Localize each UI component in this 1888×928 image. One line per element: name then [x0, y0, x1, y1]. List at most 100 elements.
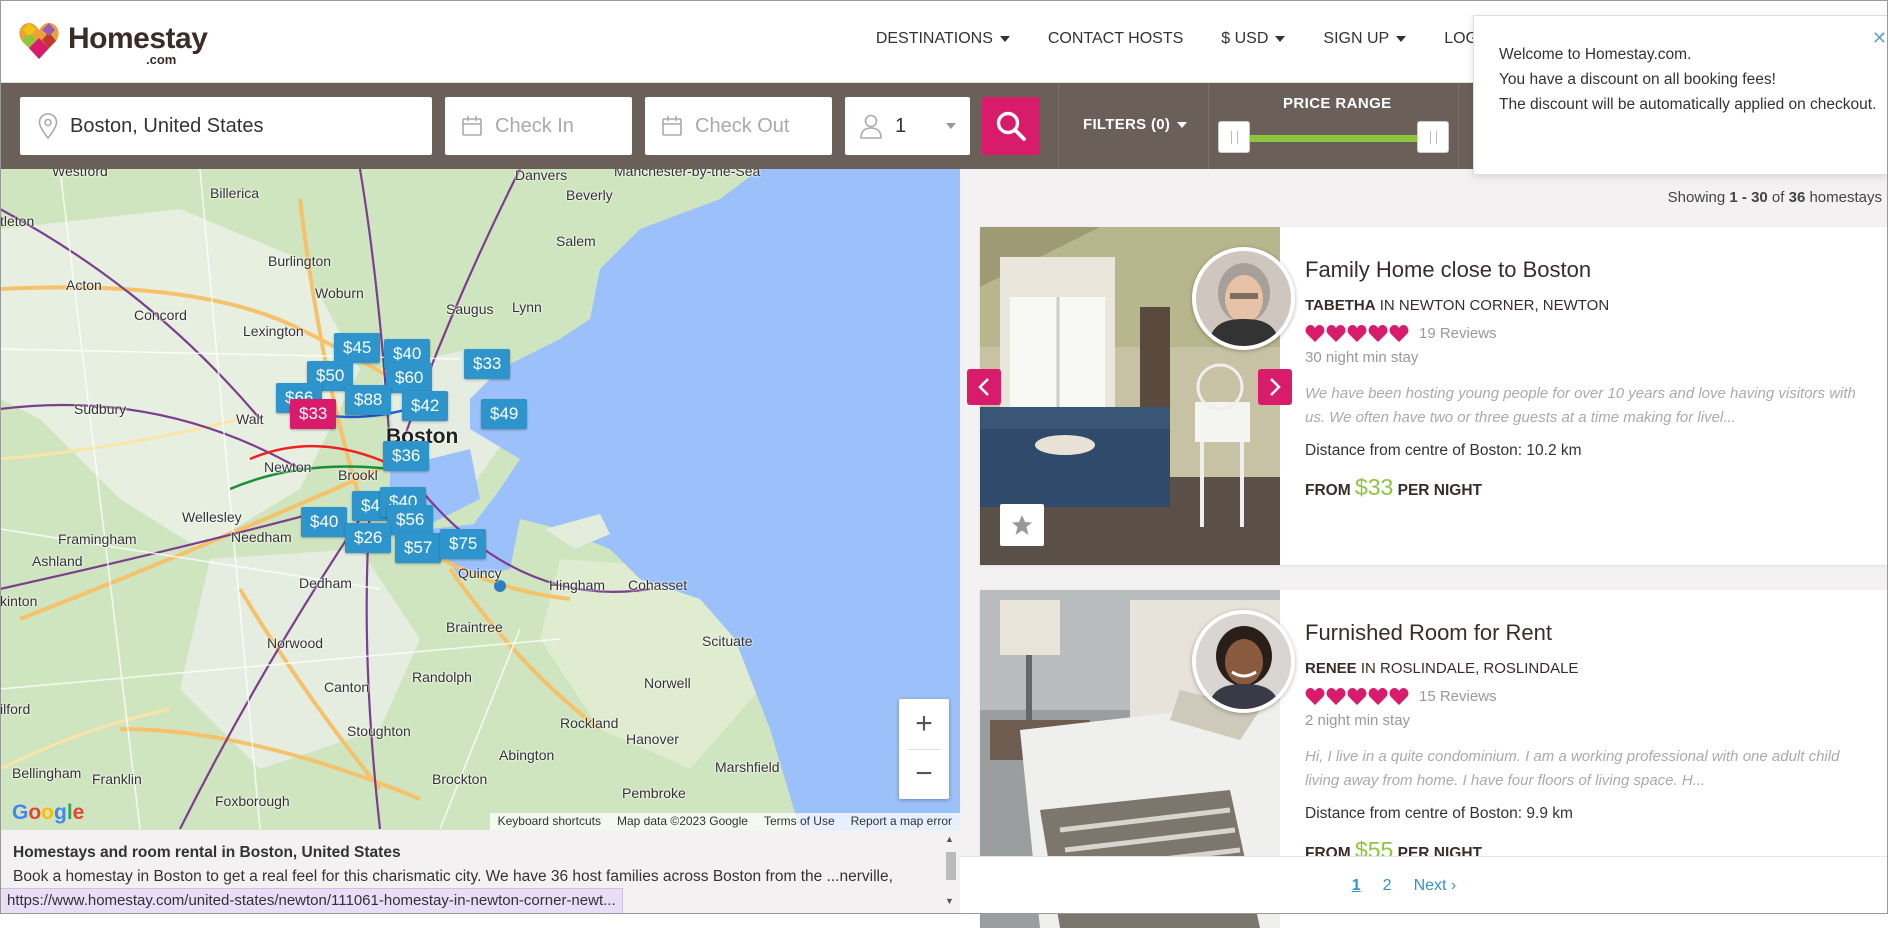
map-price-pin[interactable]: $42 — [402, 391, 449, 421]
guests-select[interactable]: 1 — [845, 97, 970, 155]
listing-rating: 19 Reviews — [1305, 324, 1865, 343]
map-price-pin[interactable]: $33 — [464, 349, 511, 379]
divider — [907, 749, 941, 750]
nav-contact-hosts[interactable]: CONTACT HOSTS — [1048, 30, 1183, 48]
heart-icon — [1389, 325, 1409, 342]
page-1-link[interactable]: 1 — [1352, 877, 1361, 895]
price-max-handle[interactable] — [1417, 121, 1449, 153]
nav-destinations[interactable]: DESTINATIONS — [876, 30, 1010, 48]
map-place-label: Lexington — [243, 323, 304, 339]
listing-rating: 15 Reviews — [1305, 687, 1865, 706]
host-photo-image — [1196, 614, 1291, 709]
nav-currency[interactable]: $ USD — [1221, 30, 1286, 48]
price-amount: $33 — [1354, 474, 1394, 500]
destination-input[interactable]: Boston, United States — [20, 97, 432, 155]
zoom-out-button[interactable]: − — [899, 749, 949, 799]
report-map-error-link[interactable]: Report a map error — [851, 814, 952, 829]
results-map[interactable]: Westford Billerica Danvers Beverly Manch… — [0, 169, 960, 830]
price-from: FROM — [1305, 482, 1355, 499]
scroll-down-icon[interactable]: ▼ — [945, 896, 954, 906]
map-price-pin[interactable]: $57 — [395, 533, 442, 563]
results-range: 1 - 30 — [1729, 189, 1768, 206]
listing-blurb: We have been hosting young people for ov… — [1305, 385, 1856, 426]
map-price-pin[interactable]: $49 — [481, 399, 528, 429]
map-data-text: Map data ©2023 Google — [617, 814, 748, 828]
price-range-label: PRICE RANGE — [1283, 95, 1392, 112]
heart-icon — [1347, 325, 1367, 342]
zoom-in-button[interactable]: + — [899, 699, 949, 749]
google-logo-letter: e — [72, 801, 85, 824]
favorite-button[interactable] — [1000, 504, 1044, 546]
map-price-pin[interactable]: $75 — [440, 529, 487, 559]
main-nav: DESTINATIONS CONTACT HOSTS $ USD SIGN UP… — [876, 30, 1478, 48]
photo-next-button[interactable] — [1258, 369, 1292, 405]
caret-down-icon — [1177, 122, 1188, 129]
star-icon — [1012, 515, 1032, 535]
map-price-pin[interactable]: $56 — [387, 505, 434, 535]
search-button[interactable] — [982, 97, 1040, 155]
scroll-up-icon[interactable]: ▲ — [945, 834, 954, 844]
map-place-label: Framingham — [58, 531, 137, 547]
review-count[interactable]: 19 Reviews — [1419, 325, 1497, 342]
map-price-pin[interactable]: $45 — [334, 333, 381, 363]
results-suffix: homestays — [1805, 189, 1882, 206]
filters-label: FILTERS (0) — [1083, 116, 1171, 133]
map-price-pin[interactable]: $60 — [386, 363, 433, 393]
map-place-label: Cohasset — [628, 577, 688, 593]
description-scrollbar[interactable]: ▲ ▼ — [944, 834, 956, 908]
results-of: of — [1767, 189, 1789, 206]
map-price-pin-selected[interactable]: $33 — [290, 399, 337, 429]
heart-icon — [1305, 325, 1325, 342]
map-place-label: Quincy — [458, 565, 502, 581]
close-icon[interactable]: ✕ — [1872, 26, 1887, 51]
map-price-pin[interactable]: $36 — [383, 441, 430, 471]
host-name: TABETHA — [1305, 297, 1376, 314]
listing-title[interactable]: Furnished Room for Rent — [1305, 620, 1865, 646]
keyboard-shortcuts-link[interactable]: Keyboard shortcuts — [498, 814, 601, 829]
check-in-input[interactable]: Check In — [445, 97, 632, 155]
map-place-label: Bellingham — [12, 765, 82, 781]
logo[interactable]: Homestay .com — [18, 20, 218, 67]
map-place-label: Salem — [556, 233, 596, 249]
listing-card[interactable]: Family Home close to Boston TABETHA IN N… — [980, 227, 1888, 565]
listing-title[interactable]: Family Home close to Boston — [1305, 257, 1865, 283]
review-count[interactable]: 15 Reviews — [1419, 688, 1497, 705]
map-place-label: Hingham — [549, 577, 606, 593]
next-page-link[interactable]: Next › — [1414, 877, 1457, 895]
price-min-handle[interactable] — [1218, 121, 1250, 153]
brand-name: Homestay — [68, 22, 208, 55]
check-out-input[interactable]: Check Out — [645, 97, 832, 155]
page-2-link[interactable]: 2 — [1383, 877, 1392, 895]
terms-of-use-link[interactable]: Terms of Use — [764, 814, 835, 829]
nav-sign-up[interactable]: SIGN UP — [1323, 30, 1407, 48]
toast-title: Welcome to Homestay.com. — [1499, 46, 1692, 63]
map-place-label: Newton — [264, 459, 312, 475]
listing-distance: Distance from centre of Boston: 10.2 km — [1305, 442, 1582, 459]
host-photo-image — [1196, 251, 1291, 346]
photo-prev-button[interactable] — [967, 369, 1001, 405]
map-place-label: Acton — [66, 277, 102, 293]
scrollbar-thumb[interactable] — [946, 852, 956, 880]
price-range-track[interactable] — [1236, 135, 1434, 142]
map-place-label: Foxborough — [215, 793, 290, 809]
caret-down-icon — [999, 35, 1010, 42]
min-stay: 30 night min stay — [1305, 349, 1419, 366]
listing-host: RENEE IN ROSLINDALE, ROSLINDALE — [1305, 660, 1865, 677]
map-price-pin[interactable]: $26 — [345, 523, 392, 553]
heart-icon — [1326, 688, 1346, 705]
person-icon — [860, 114, 882, 139]
location-pin-icon — [38, 113, 58, 139]
results-prefix: Showing — [1667, 189, 1730, 206]
map-price-pin[interactable]: $88 — [345, 385, 392, 415]
filters-dropdown[interactable]: FILTERS (0) — [1083, 116, 1188, 133]
map-place-label: Burlington — [268, 253, 332, 269]
map-place-label: Marshfield — [715, 759, 780, 775]
map-place-label: Canton — [324, 679, 370, 695]
map-price-pin[interactable]: $40 — [301, 507, 348, 537]
google-logo-letter: G — [12, 801, 29, 824]
map-place-label: Beverly — [566, 187, 613, 203]
map-place-label: Lynn — [512, 299, 542, 315]
map-attribution: Keyboard shortcuts Map data ©2023 Google… — [489, 813, 960, 830]
brand-suffix: .com — [146, 52, 177, 67]
min-stay: 2 night min stay — [1305, 712, 1411, 729]
